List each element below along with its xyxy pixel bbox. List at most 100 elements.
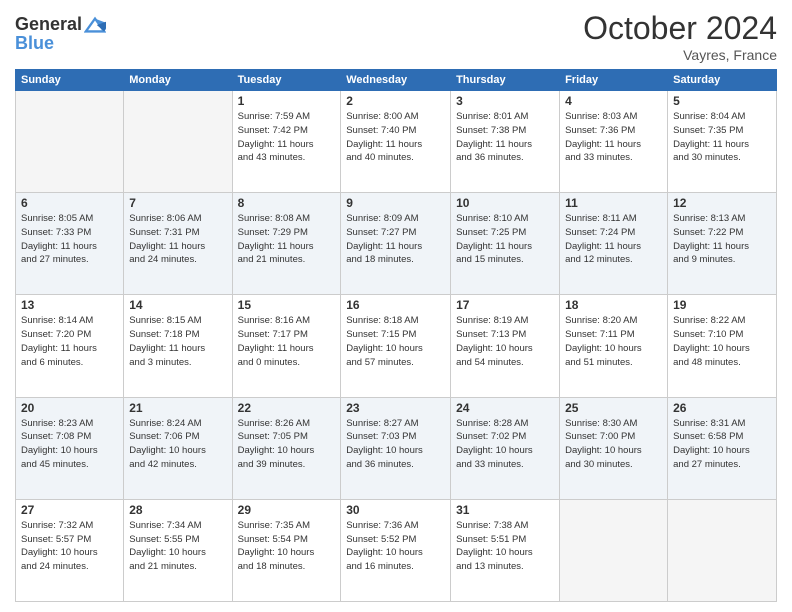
calendar-week-row: 27 Sunrise: 7:32 AM Sunset: 5:57 PM Dayli… — [16, 499, 777, 601]
calendar-day-cell: 21 Sunrise: 8:24 AM Sunset: 7:06 PM Dayli… — [124, 397, 232, 499]
calendar-week-row: 13 Sunrise: 8:14 AM Sunset: 7:20 PM Dayli… — [16, 295, 777, 397]
calendar-day-cell: 17 Sunrise: 8:19 AM Sunset: 7:13 PM Dayli… — [451, 295, 560, 397]
day-number: 27 — [21, 503, 118, 517]
day-number: 16 — [346, 298, 445, 312]
calendar-day-cell: 25Sunrise: 8:30 AM Sunset: 7:00 PM Dayli… — [560, 397, 668, 499]
day-number: 4 — [565, 94, 662, 108]
calendar-week-row: 6 Sunrise: 8:05 AM Sunset: 7:33 PM Daylig… — [16, 193, 777, 295]
day-info: Sunrise: 7:35 AM Sunset: 5:54 PM Dayligh… — [238, 519, 336, 574]
day-info: Sunrise: 8:10 AM Sunset: 7:25 PM Dayligh… — [456, 212, 554, 267]
calendar-header-row: SundayMondayTuesdayWednesdayThursdayFrid… — [16, 70, 777, 91]
calendar-day-cell: 4 Sunrise: 8:03 AM Sunset: 7:36 PM Daylig… — [560, 91, 668, 193]
calendar-header-tuesday: Tuesday — [232, 70, 341, 91]
day-number: 7 — [129, 196, 226, 210]
day-info: Sunrise: 7:59 AM Sunset: 7:42 PM Dayligh… — [238, 110, 336, 165]
day-number: 9 — [346, 196, 445, 210]
location: Vayres, France — [583, 47, 777, 63]
day-info: Sunrise: 8:16 AM Sunset: 7:17 PM Dayligh… — [238, 314, 336, 369]
day-info: Sunrise: 8:28 AM Sunset: 7:02 PM Dayligh… — [456, 417, 554, 472]
month-title: October 2024 — [583, 10, 777, 47]
calendar-header-sunday: Sunday — [16, 70, 124, 91]
day-number: 18 — [565, 298, 662, 312]
calendar-day-cell: 31 Sunrise: 7:38 AM Sunset: 5:51 PM Dayli… — [451, 499, 560, 601]
logo: General Blue — [15, 14, 106, 54]
calendar-day-cell: 9 Sunrise: 8:09 AM Sunset: 7:27 PM Daylig… — [341, 193, 451, 295]
calendar-day-cell — [560, 499, 668, 601]
day-number: 24 — [456, 401, 554, 415]
calendar-day-cell: 18 Sunrise: 8:20 AM Sunset: 7:11 PM Dayli… — [560, 295, 668, 397]
day-info: Sunrise: 8:06 AM Sunset: 7:31 PM Dayligh… — [129, 212, 226, 267]
day-number: 19 — [673, 298, 771, 312]
day-number: 11 — [565, 196, 662, 210]
day-number: 31 — [456, 503, 554, 517]
calendar-day-cell: 28Sunrise: 7:34 AM Sunset: 5:55 PM Dayli… — [124, 499, 232, 601]
day-info: Sunrise: 7:38 AM Sunset: 5:51 PM Dayligh… — [456, 519, 554, 574]
calendar-day-cell: 15 Sunrise: 8:16 AM Sunset: 7:17 PM Dayli… — [232, 295, 341, 397]
day-info: Sunrise: 8:24 AM Sunset: 7:06 PM Dayligh… — [129, 417, 226, 472]
day-info: Sunrise: 8:20 AM Sunset: 7:11 PM Dayligh… — [565, 314, 662, 369]
day-number: 17 — [456, 298, 554, 312]
day-info: Sunrise: 8:14 AM Sunset: 7:20 PM Dayligh… — [21, 314, 118, 369]
day-number: 20 — [21, 401, 118, 415]
calendar-day-cell: 2Sunrise: 8:00 AM Sunset: 7:40 PM Daylig… — [341, 91, 451, 193]
day-info: Sunrise: 8:27 AM Sunset: 7:03 PM Dayligh… — [346, 417, 445, 472]
day-info: Sunrise: 8:09 AM Sunset: 7:27 PM Dayligh… — [346, 212, 445, 267]
day-info: Sunrise: 8:23 AM Sunset: 7:08 PM Dayligh… — [21, 417, 118, 472]
day-number: 8 — [238, 196, 336, 210]
calendar-day-cell: 14 Sunrise: 8:15 AM Sunset: 7:18 PM Dayli… — [124, 295, 232, 397]
day-number: 10 — [456, 196, 554, 210]
day-info: Sunrise: 7:34 AM Sunset: 5:55 PM Dayligh… — [129, 519, 226, 574]
calendar-day-cell: 30 Sunrise: 7:36 AM Sunset: 5:52 PM Dayli… — [341, 499, 451, 601]
day-number: 5 — [673, 94, 771, 108]
calendar-day-cell: 11Sunrise: 8:11 AM Sunset: 7:24 PM Dayli… — [560, 193, 668, 295]
calendar-day-cell: 24 Sunrise: 8:28 AM Sunset: 7:02 PM Dayli… — [451, 397, 560, 499]
day-number: 22 — [238, 401, 336, 415]
calendar-header-friday: Friday — [560, 70, 668, 91]
day-info: Sunrise: 8:26 AM Sunset: 7:05 PM Dayligh… — [238, 417, 336, 472]
calendar-day-cell: 8 Sunrise: 8:08 AM Sunset: 7:29 PM Daylig… — [232, 193, 341, 295]
day-info: Sunrise: 8:04 AM Sunset: 7:35 PM Dayligh… — [673, 110, 771, 165]
day-info: Sunrise: 7:32 AM Sunset: 5:57 PM Dayligh… — [21, 519, 118, 574]
day-info: Sunrise: 8:18 AM Sunset: 7:15 PM Dayligh… — [346, 314, 445, 369]
day-number: 26 — [673, 401, 771, 415]
day-info: Sunrise: 8:01 AM Sunset: 7:38 PM Dayligh… — [456, 110, 554, 165]
day-info: Sunrise: 8:13 AM Sunset: 7:22 PM Dayligh… — [673, 212, 771, 267]
calendar-day-cell: 20 Sunrise: 8:23 AM Sunset: 7:08 PM Dayli… — [16, 397, 124, 499]
calendar-day-cell: 23 Sunrise: 8:27 AM Sunset: 7:03 PM Dayli… — [341, 397, 451, 499]
calendar-day-cell: 5 Sunrise: 8:04 AM Sunset: 7:35 PM Daylig… — [668, 91, 777, 193]
calendar-header-monday: Monday — [124, 70, 232, 91]
calendar-day-cell: 26 Sunrise: 8:31 AM Sunset: 6:58 PM Dayli… — [668, 397, 777, 499]
calendar-day-cell: 13 Sunrise: 8:14 AM Sunset: 7:20 PM Dayli… — [16, 295, 124, 397]
calendar-header-thursday: Thursday — [451, 70, 560, 91]
calendar-day-cell: 16 Sunrise: 8:18 AM Sunset: 7:15 PM Dayli… — [341, 295, 451, 397]
day-number: 21 — [129, 401, 226, 415]
calendar-day-cell: 27 Sunrise: 7:32 AM Sunset: 5:57 PM Dayli… — [16, 499, 124, 601]
day-info: Sunrise: 8:30 AM Sunset: 7:00 PM Dayligh… — [565, 417, 662, 472]
day-number: 6 — [21, 196, 118, 210]
day-number: 14 — [129, 298, 226, 312]
day-info: Sunrise: 8:03 AM Sunset: 7:36 PM Dayligh… — [565, 110, 662, 165]
calendar-day-cell: 12 Sunrise: 8:13 AM Sunset: 7:22 PM Dayli… — [668, 193, 777, 295]
day-number: 29 — [238, 503, 336, 517]
day-info: Sunrise: 8:31 AM Sunset: 6:58 PM Dayligh… — [673, 417, 771, 472]
calendar-day-cell — [124, 91, 232, 193]
day-number: 13 — [21, 298, 118, 312]
day-info: Sunrise: 7:36 AM Sunset: 5:52 PM Dayligh… — [346, 519, 445, 574]
title-block: October 2024 Vayres, France — [583, 10, 777, 63]
day-number: 15 — [238, 298, 336, 312]
day-number: 23 — [346, 401, 445, 415]
calendar-day-cell: 7 Sunrise: 8:06 AM Sunset: 7:31 PM Daylig… — [124, 193, 232, 295]
calendar-day-cell — [16, 91, 124, 193]
day-info: Sunrise: 8:08 AM Sunset: 7:29 PM Dayligh… — [238, 212, 336, 267]
day-number: 30 — [346, 503, 445, 517]
calendar-day-cell: 29 Sunrise: 7:35 AM Sunset: 5:54 PM Dayli… — [232, 499, 341, 601]
calendar-week-row: 20 Sunrise: 8:23 AM Sunset: 7:08 PM Dayli… — [16, 397, 777, 499]
calendar-day-cell: 6 Sunrise: 8:05 AM Sunset: 7:33 PM Daylig… — [16, 193, 124, 295]
day-number: 12 — [673, 196, 771, 210]
day-info: Sunrise: 8:19 AM Sunset: 7:13 PM Dayligh… — [456, 314, 554, 369]
day-info: Sunrise: 8:05 AM Sunset: 7:33 PM Dayligh… — [21, 212, 118, 267]
day-number: 3 — [456, 94, 554, 108]
calendar-table: SundayMondayTuesdayWednesdayThursdayFrid… — [15, 69, 777, 602]
day-info: Sunrise: 8:15 AM Sunset: 7:18 PM Dayligh… — [129, 314, 226, 369]
calendar-day-cell: 22 Sunrise: 8:26 AM Sunset: 7:05 PM Dayli… — [232, 397, 341, 499]
